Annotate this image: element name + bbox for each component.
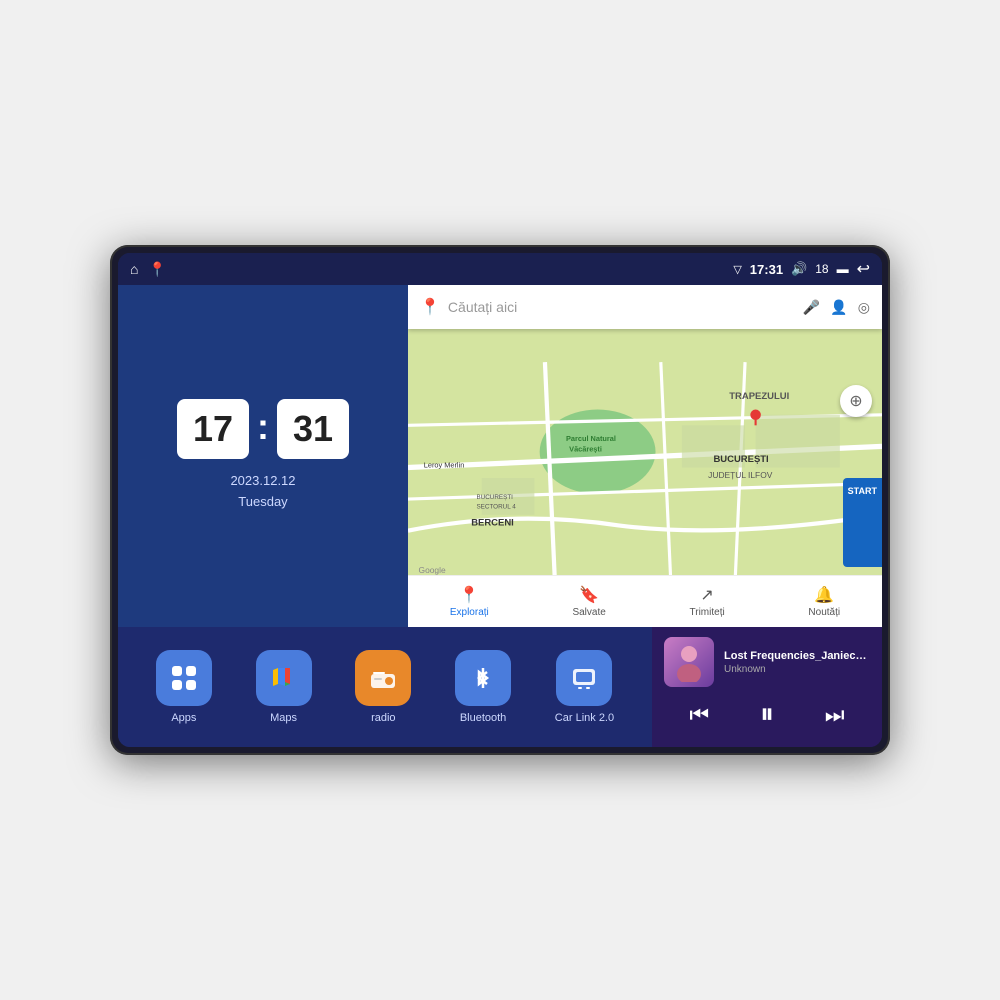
device: ⌂ 📍 ▽ 17:31 🔊 18 ▬ ↩ 17 : [110,245,890,755]
maps-status-icon[interactable]: 📍 [148,261,165,278]
saved-icon: 🔖 [579,585,599,605]
map-start-button[interactable]: START [843,478,882,567]
home-icon[interactable]: ⌂ [130,261,138,277]
map-zoom-button[interactable]: ⊕ [840,385,872,417]
next-button[interactable]: ⏭ [825,702,845,728]
nav-saved-label: Salvate [572,607,605,618]
app-item-maps[interactable]: Maps [256,650,312,724]
music-info: Lost Frequencies_Janieck Devy-... Unknow… [724,650,870,675]
map-search-icons: 🎤 👤 ◎ [803,299,870,316]
carlink-label: Car Link 2.0 [555,712,614,724]
maps-label: Maps [270,712,297,724]
nav-explore-label: Explorați [450,607,489,618]
radio-label: radio [371,712,395,724]
radio-icon [355,650,411,706]
battery-level: 18 [815,262,828,276]
svg-text:Google: Google [419,565,446,575]
status-time: 17:31 [750,262,783,277]
map-nav-bottom: 📍 Explorați 🔖 Salvate ↗ Trimiteți 🔔 [408,575,882,627]
maps-app-icon [256,650,312,706]
nav-updates[interactable]: 🔔 Noutăți [808,585,840,618]
nav-explore[interactable]: 📍 Explorați [450,585,489,618]
svg-text:TRAPEZULUI: TRAPEZULUI [729,391,789,402]
music-thumbnail [664,637,714,687]
play-pause-button[interactable]: ⏸ [760,698,774,731]
apps-label: Apps [171,712,196,724]
bluetooth-icon [455,650,511,706]
music-artist: Unknown [724,664,870,675]
app-item-apps[interactable]: Apps [156,650,212,724]
map-search-text[interactable]: Căutați aici [448,299,795,315]
clock-panel: 17 : 31 2023.12.12 Tuesday [118,285,408,627]
svg-text:SECTORUL 4: SECTORUL 4 [476,504,516,511]
map-pin-icon: 📍 [420,297,440,317]
apps-icon [156,650,212,706]
mic-icon[interactable]: 🎤 [803,299,820,316]
top-row: 17 : 31 2023.12.12 Tuesday 📍 Căutați aic… [118,285,882,627]
nav-updates-label: Noutăți [808,607,840,618]
carlink-icon [556,650,612,706]
nav-send-label: Trimiteți [690,607,725,618]
nav-send[interactable]: ↗ Trimiteți [690,585,725,618]
svg-text:JUDEȚUL ILFOV: JUDEȚUL ILFOV [708,470,773,480]
svg-text:BERCENI: BERCENI [471,517,514,528]
music-top: Lost Frequencies_Janieck Devy-... Unknow… [664,637,870,687]
status-bar: ⌂ 📍 ▽ 17:31 🔊 18 ▬ ↩ [118,253,882,285]
clock-colon: : [257,406,269,448]
nav-saved[interactable]: 🔖 Salvate [572,585,605,618]
clock-minutes: 31 [277,399,349,459]
screen: ⌂ 📍 ▽ 17:31 🔊 18 ▬ ↩ 17 : [118,253,882,747]
svg-text:Văcărești: Văcărești [569,445,602,454]
prev-button[interactable]: ⏮ [689,702,709,728]
clock-date: 2023.12.12 Tuesday [230,471,295,513]
app-item-bluetooth[interactable]: Bluetooth [455,650,511,724]
main-area: 17 : 31 2023.12.12 Tuesday 📍 Căutați aic… [118,285,882,747]
layers-icon[interactable]: ◎ [858,299,870,316]
clock-digits: 17 : 31 [177,399,349,459]
map-search-bar[interactable]: 📍 Căutați aici 🎤 👤 ◎ [408,285,882,329]
svg-text:BUCUREȘTI: BUCUREȘTI [713,454,768,465]
map-panel[interactable]: 📍 Căutați aici 🎤 👤 ◎ [408,285,882,627]
bluetooth-label: Bluetooth [460,712,506,724]
clock-hours: 17 [177,399,249,459]
back-icon[interactable]: ↩ [857,259,870,279]
account-icon[interactable]: 👤 [830,299,847,316]
app-item-radio[interactable]: radio [355,650,411,724]
updates-icon: 🔔 [814,585,834,605]
music-panel: Lost Frequencies_Janieck Devy-... Unknow… [652,627,882,747]
music-controls: ⏮ ⏸ ⏭ [664,692,870,737]
svg-text:BUCUREȘTI: BUCUREȘTI [476,494,513,501]
send-icon: ↗ [700,585,713,605]
status-left: ⌂ 📍 [130,261,166,278]
battery-icon: ▬ [837,262,849,276]
app-item-carlink[interactable]: Car Link 2.0 [555,650,614,724]
apps-panel: Apps Maps [118,627,652,747]
status-right: ▽ 17:31 🔊 18 ▬ ↩ [733,259,870,279]
music-title: Lost Frequencies_Janieck Devy-... [724,650,870,662]
signal-icon: ▽ [733,263,741,276]
explore-icon: 📍 [459,585,479,605]
bottom-row: Apps Maps [118,627,882,747]
volume-icon: 🔊 [791,261,807,277]
svg-text:Parcul Natural: Parcul Natural [566,434,616,443]
svg-text:Leroy Merlin: Leroy Merlin [424,460,465,469]
